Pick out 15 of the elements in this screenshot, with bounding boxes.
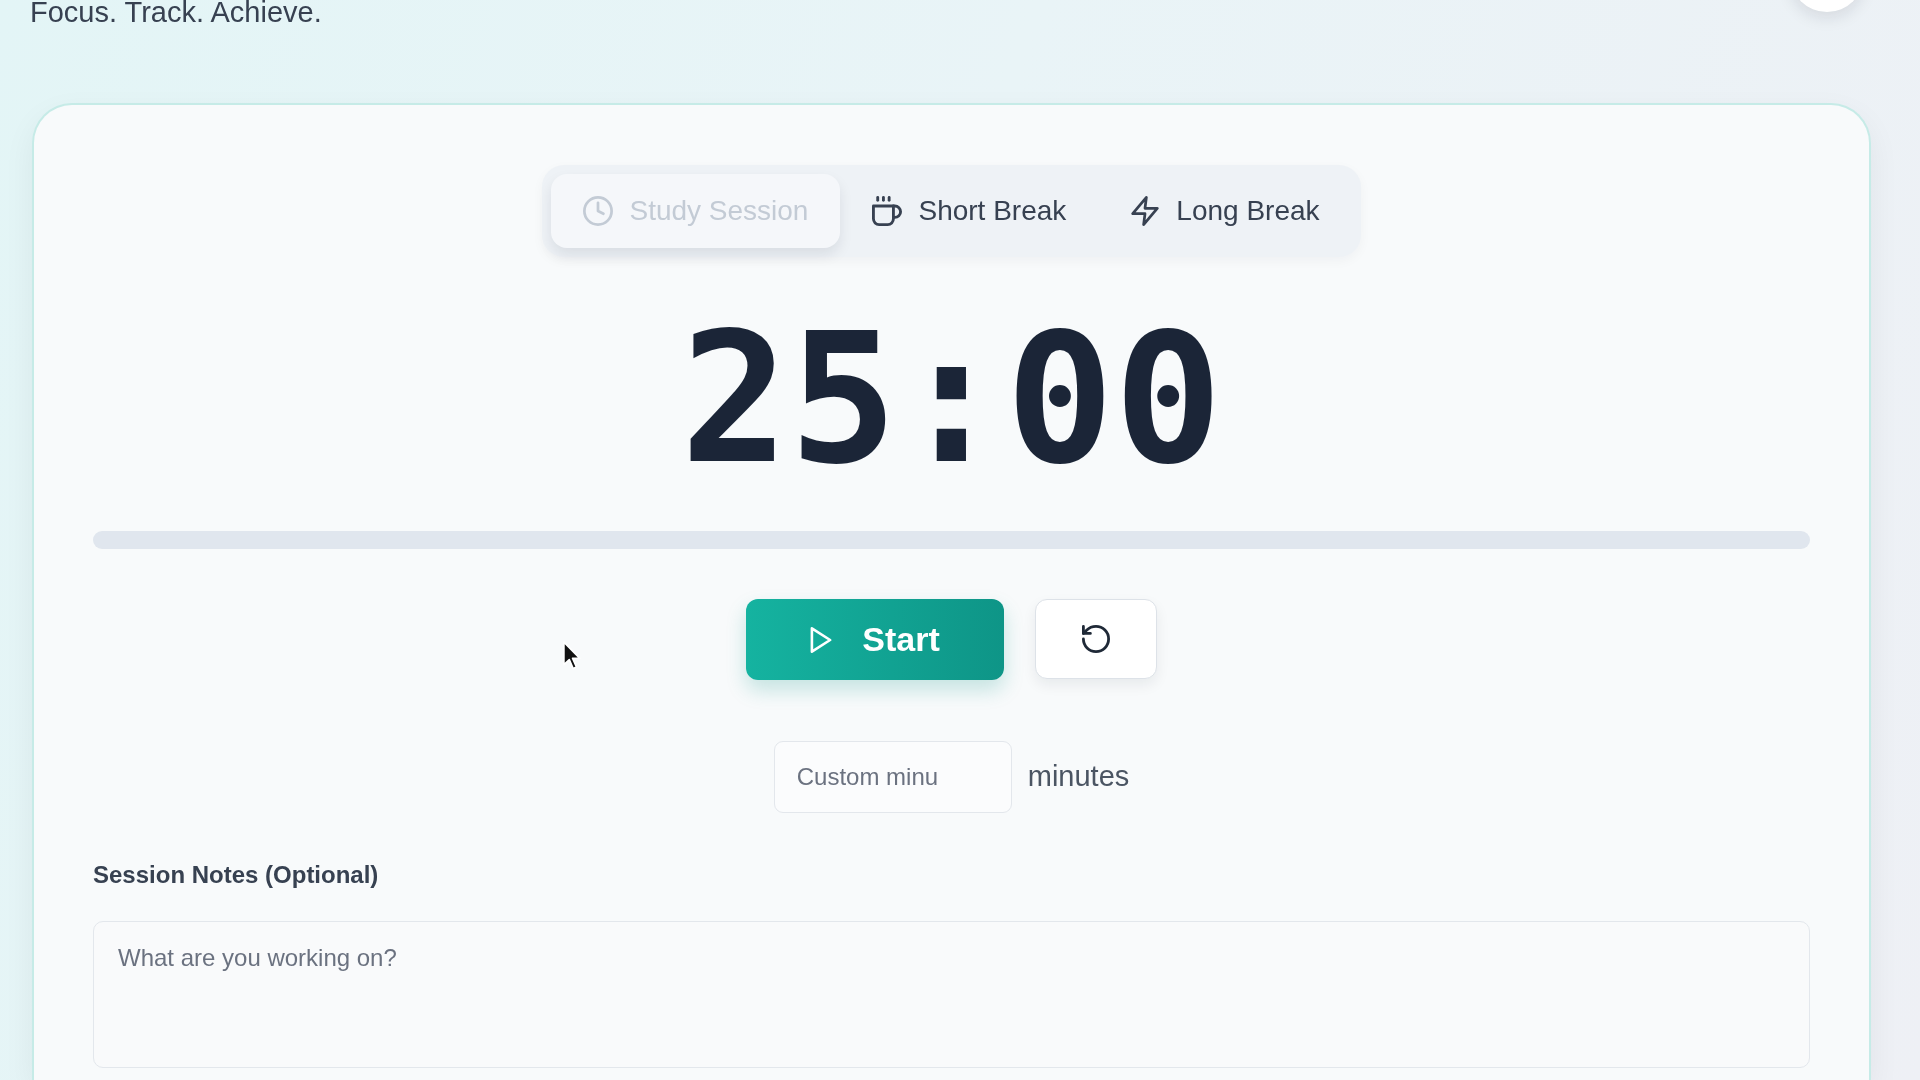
play-icon xyxy=(810,626,833,653)
cup-icon xyxy=(872,196,903,226)
notes-field[interactable]: What are you working on? xyxy=(93,921,1810,1068)
mode-tab[interactable]: Long Break xyxy=(1098,174,1352,248)
notes-label: Session Notes (Optional) xyxy=(93,860,380,890)
lightning-icon xyxy=(1130,196,1161,226)
minutes-input[interactable]: Custom minu xyxy=(773,741,1012,813)
cursor-icon xyxy=(563,641,581,670)
unit-label: minutes xyxy=(1027,759,1130,795)
timer-display: 25:00 xyxy=(680,309,1223,489)
reset-button[interactable] xyxy=(1035,599,1157,679)
mode-tab[interactable]: Short Break xyxy=(840,174,1099,248)
clock-icon xyxy=(583,196,614,226)
tagline: Focus. Track. Achieve. xyxy=(30,0,322,27)
circular-arrow-icon xyxy=(1082,625,1110,653)
